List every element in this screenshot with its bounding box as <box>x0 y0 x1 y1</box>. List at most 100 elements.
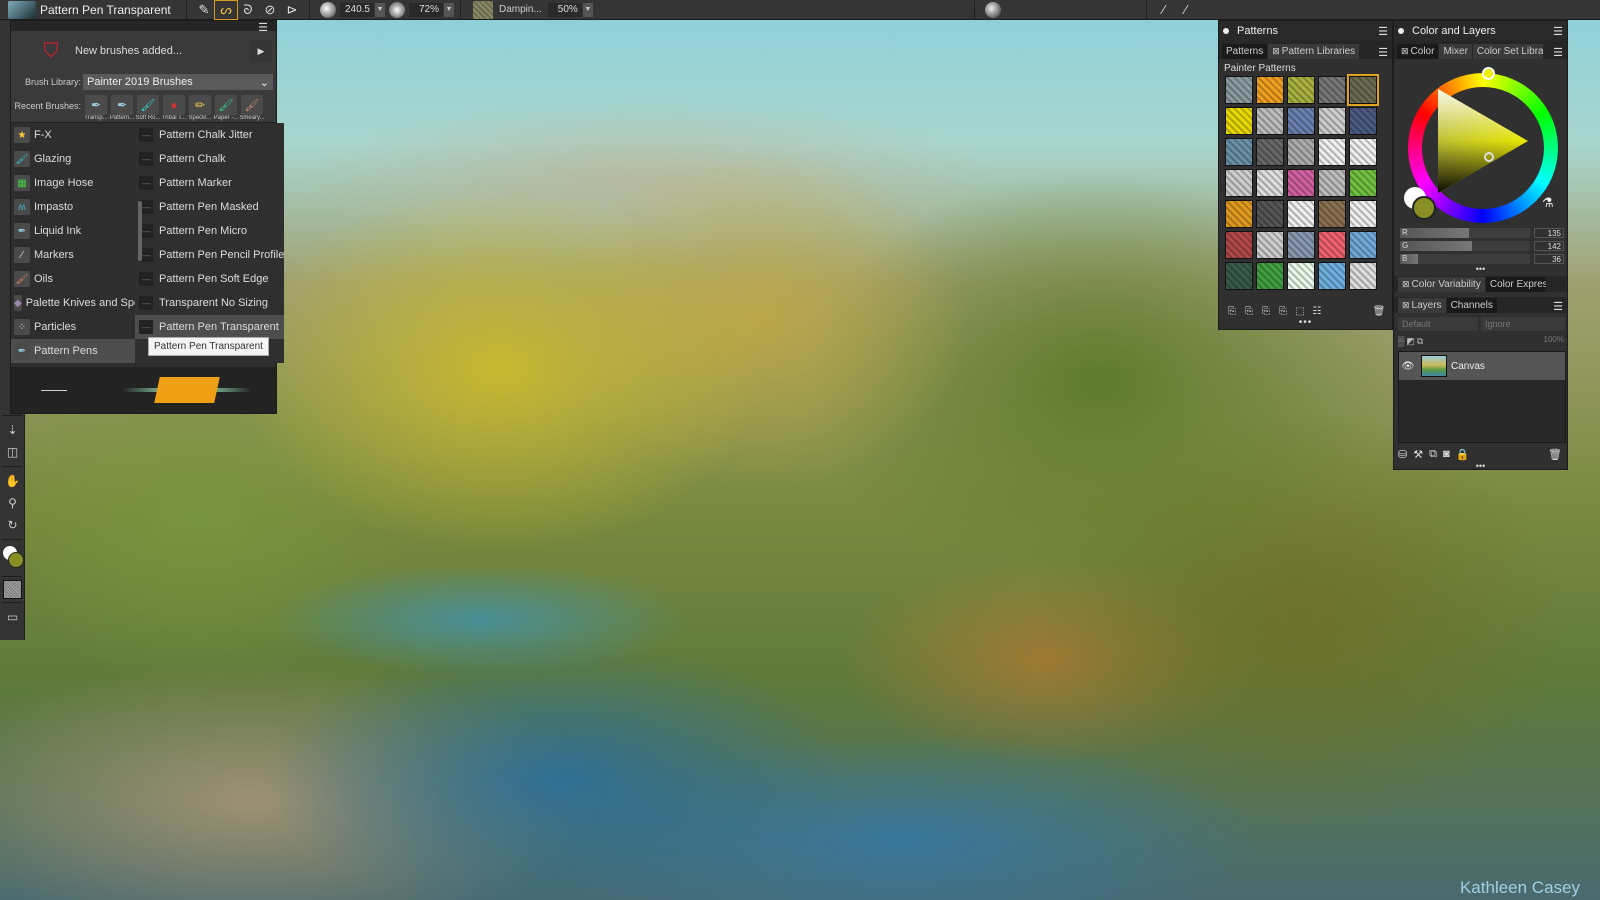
grabber-hand-icon[interactable]: ✋ <box>0 470 25 492</box>
play-arrow-icon[interactable]: ▶ <box>250 40 272 62</box>
tab-layers[interactable]: ⊠ Layers <box>1398 298 1446 313</box>
variant-item[interactable]: — Pattern Pen Pencil Profile <box>135 243 284 267</box>
brush-tracking-icon[interactable]: ⁄ <box>1175 1 1197 19</box>
layer-commands-icon[interactable]: ⛁ <box>1398 448 1407 461</box>
damping-dropdown[interactable]: ▼ <box>582 2 593 17</box>
pattern-swatch[interactable] <box>1318 231 1346 259</box>
pattern-swatch[interactable] <box>1347 74 1379 106</box>
close-tab-icon[interactable]: ⊠ <box>1401 46 1409 56</box>
red-value[interactable]: 135 <box>1534 227 1564 238</box>
tab-color-variability[interactable]: ⊠ Color Variability <box>1398 277 1485 292</box>
layer-opacity[interactable]: 100% <box>1544 335 1564 344</box>
green-value[interactable]: 142 <box>1534 240 1564 251</box>
capture-pattern-icon[interactable]: ⬚ <box>1293 304 1307 318</box>
pattern-swatch[interactable] <box>1349 231 1377 259</box>
variant-item[interactable]: — Pattern Pen Masked <box>135 195 284 219</box>
hue-handle[interactable] <box>1482 67 1495 80</box>
size-icon[interactable] <box>320 1 336 18</box>
pattern-swatch[interactable] <box>1225 169 1253 197</box>
category-item[interactable]: ★ F-X <box>11 123 135 147</box>
category-item[interactable]: 🖌 Glazing <box>11 147 135 171</box>
variant-item[interactable]: — Transparent No Sizing <box>135 291 284 315</box>
pattern-swatch[interactable] <box>1225 262 1253 290</box>
opacity-dropdown[interactable]: ▼ <box>444 2 454 17</box>
pick-up-underlying-color-icon[interactable]: ◩ <box>1406 336 1415 347</box>
freehand-stroke-icon[interactable]: ᔕ <box>214 0 238 20</box>
pattern-swatch[interactable] <box>1256 107 1284 135</box>
new-layer-icon[interactable]: ⧉ <box>1429 448 1437 461</box>
tab-color-express[interactable]: Color Express <box>1485 277 1546 292</box>
composite-method-select[interactable]: Default <box>1398 317 1478 331</box>
pattern-swatch[interactable] <box>1318 200 1346 228</box>
texture-thumbnail[interactable] <box>473 0 493 19</box>
pattern-swatch[interactable] <box>1349 262 1377 290</box>
pattern-swatch[interactable] <box>1256 200 1284 228</box>
variant-item[interactable]: — Pattern Pen Micro <box>135 219 284 243</box>
pattern-swatch[interactable] <box>1225 138 1253 166</box>
preserve-transparency-icon[interactable]: ▒ <box>1398 336 1404 346</box>
red-slider[interactable]: R 135 <box>1400 227 1564 238</box>
close-tab-icon[interactable]: ⊠ <box>1272 46 1280 56</box>
pattern-swatch[interactable] <box>1225 107 1253 135</box>
current-brush-thumbnail[interactable] <box>8 0 36 19</box>
new-brushes-banner[interactable]: ⛉ New brushes added... ▶ <box>11 31 276 71</box>
tab-channels[interactable]: Channels <box>1446 298 1497 313</box>
category-item[interactable]: ⁘ Particles <box>11 315 135 339</box>
dynamic-plugins-icon[interactable]: ⚒ <box>1413 448 1423 461</box>
trash-icon[interactable]: 🗑 <box>1372 304 1386 318</box>
pattern-swatch[interactable] <box>1349 107 1377 135</box>
more-options-icon[interactable]: ••• <box>1394 264 1567 274</box>
trash-icon[interactable]: 🗑 <box>1548 448 1562 461</box>
color-swatches[interactable] <box>0 543 25 573</box>
blue-slider[interactable]: B 36 <box>1400 253 1564 264</box>
eye-icon[interactable]: 👁 <box>1399 361 1417 372</box>
pattern-swatch[interactable] <box>1318 138 1346 166</box>
category-item[interactable]: ʍ Impasto <box>11 195 135 219</box>
category-item[interactable]: 🖌 Oils <box>11 267 135 291</box>
variant-item[interactable]: — Pattern Pen Soft Edge <box>135 267 284 291</box>
panel-menu-icon[interactable]: ☰ <box>258 21 268 34</box>
pattern-swatch[interactable] <box>1318 107 1346 135</box>
tab-color-set-libraries[interactable]: Color Set Libraries <box>1472 44 1543 59</box>
import-pattern-icon[interactable]: ⎘ <box>1242 304 1256 318</box>
pattern-swatch[interactable] <box>1349 138 1377 166</box>
pattern-swatch[interactable] <box>1256 169 1284 197</box>
damping-field[interactable]: 50% <box>547 2 582 17</box>
size-field[interactable]: 240.5 <box>340 2 374 17</box>
pattern-swatch[interactable] <box>1287 200 1315 228</box>
recent-brush[interactable]: ✒ Transp... <box>83 95 109 121</box>
brush-tool-icon[interactable]: ✎ <box>193 1 215 19</box>
dab-icon[interactable]: ⊳ <box>281 1 303 19</box>
panel-menu-icon[interactable]: ☰ <box>1378 46 1388 59</box>
pattern-swatch[interactable] <box>1225 76 1253 104</box>
variant-item[interactable]: — Pattern Chalk Jitter <box>135 123 284 147</box>
tab-mixer[interactable]: Mixer <box>1439 44 1472 59</box>
screen-mode-icon[interactable]: ▭ <box>0 606 25 628</box>
category-item[interactable]: ▦ Image Hose <box>11 171 135 195</box>
pattern-swatch[interactable] <box>1225 231 1253 259</box>
brush-library-select[interactable]: Painter 2019 Brushes ⌄ <box>83 74 273 90</box>
recent-brush[interactable]: 🖌 Soft Ro... <box>135 95 161 121</box>
category-item[interactable]: ✒ Liquid Ink <box>11 219 135 243</box>
pattern-swatch[interactable] <box>1225 200 1253 228</box>
recent-brush[interactable]: ✏ Speckl... <box>187 95 213 121</box>
close-tab-icon[interactable]: ⊠ <box>1402 279 1410 289</box>
size-dropdown[interactable]: ▼ <box>375 2 385 17</box>
pattern-swatch[interactable] <box>1287 138 1315 166</box>
pattern-swatch[interactable] <box>1287 231 1315 259</box>
pattern-swatch[interactable] <box>1318 262 1346 290</box>
pattern-swatch[interactable] <box>1256 231 1284 259</box>
tab-patterns[interactable]: Patterns <box>1222 44 1268 59</box>
duplicate-pattern-icon[interactable]: ⎘ <box>1276 304 1290 318</box>
lock-icon[interactable]: 🔒 <box>1456 448 1470 461</box>
preserve-select[interactable]: Ignore <box>1481 317 1565 331</box>
dropper-icon[interactable]: ⚗ <box>1542 195 1558 211</box>
tab-color[interactable]: ⊠ Color <box>1397 44 1439 59</box>
recent-brush[interactable]: 🖌 Paper -... <box>213 95 239 121</box>
export-pattern-icon[interactable]: ⎘ <box>1259 304 1273 318</box>
transform-icon[interactable]: ◫ <box>0 441 25 463</box>
category-item[interactable]: ⁄ Markers <box>11 243 135 267</box>
paper-texture-selector[interactable] <box>2 580 22 599</box>
pattern-swatch[interactable] <box>1287 169 1315 197</box>
layer-adjuster-icon[interactable]: ⇣ <box>0 419 25 441</box>
